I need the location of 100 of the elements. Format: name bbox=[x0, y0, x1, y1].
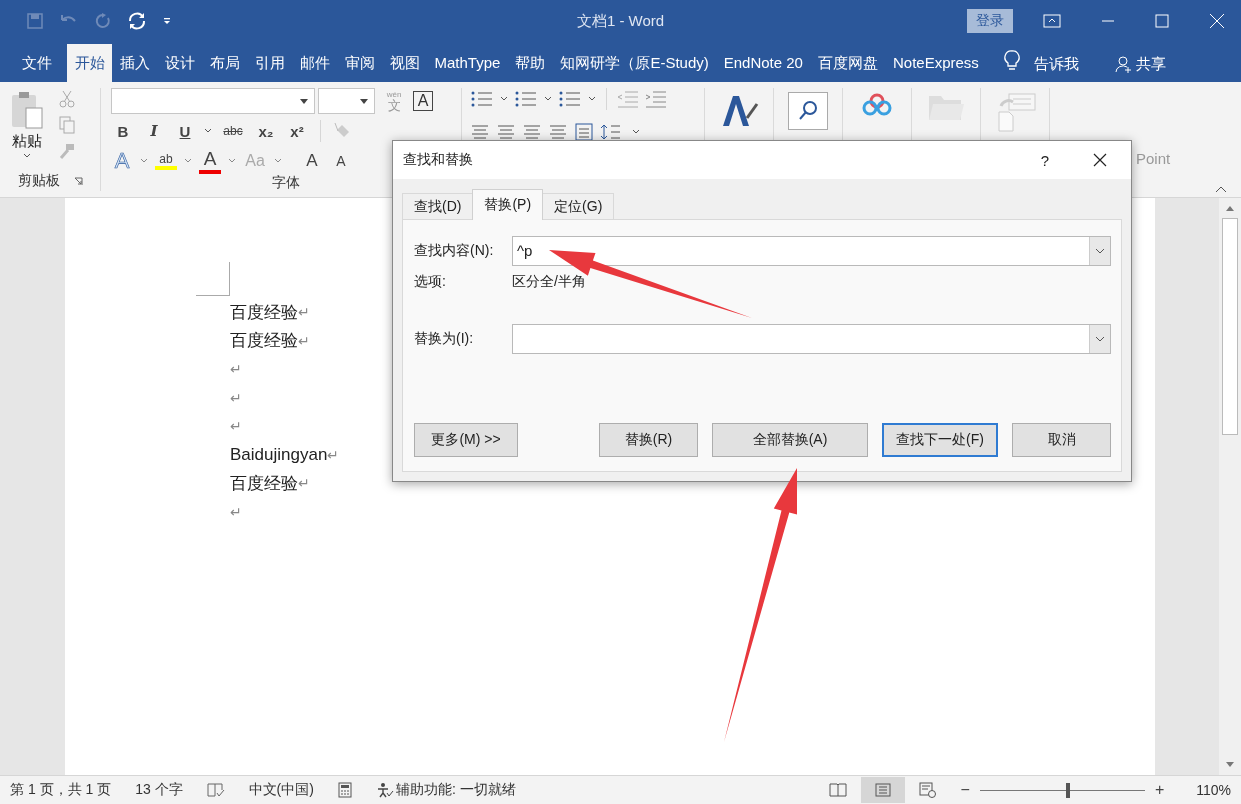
paragraph-mark: ↵ bbox=[230, 503, 242, 520]
list-icon[interactable] bbox=[514, 90, 538, 108]
save-icon[interactable] bbox=[26, 12, 44, 30]
paragraph-text: 百度经验 bbox=[230, 301, 298, 324]
dialog-button[interactable]: 替换(R) bbox=[599, 423, 698, 457]
caret-icon[interactable] bbox=[228, 158, 236, 164]
ribbon-display-icon[interactable] bbox=[1043, 14, 1061, 28]
ribbon-tab[interactable]: 布局 bbox=[202, 44, 247, 82]
zoom-in-button[interactable]: + bbox=[1154, 781, 1165, 799]
scissors-icon[interactable] bbox=[58, 90, 76, 108]
ribbon-tab[interactable]: MathType bbox=[427, 44, 508, 82]
format-button[interactable]: U bbox=[173, 122, 197, 140]
print-layout-button[interactable] bbox=[860, 777, 905, 803]
collapse-ribbon-icon[interactable] bbox=[1215, 185, 1227, 193]
caret-icon[interactable] bbox=[184, 158, 192, 164]
ribbon-tab[interactable]: 插入 bbox=[112, 44, 157, 82]
caret-icon[interactable] bbox=[588, 96, 596, 102]
format-button[interactable]: x₂ bbox=[254, 122, 278, 140]
font-tool-button[interactable]: A bbox=[330, 153, 352, 169]
customize-icon[interactable] bbox=[162, 16, 172, 26]
ribbon-tab[interactable]: 邮件 bbox=[292, 44, 337, 82]
font-name-field[interactable] bbox=[111, 88, 315, 114]
caret-icon[interactable] bbox=[204, 128, 212, 134]
ribbon-tab[interactable]: 开始 bbox=[67, 44, 112, 82]
person-add-icon bbox=[1115, 55, 1134, 73]
scrollbar-thumb[interactable] bbox=[1222, 218, 1238, 435]
sign-in-button[interactable]: 登录 bbox=[967, 9, 1013, 33]
ribbon-tab[interactable]: 知网研学（原E-Study) bbox=[552, 44, 717, 82]
align-icon[interactable] bbox=[522, 124, 542, 140]
list-icon[interactable] bbox=[470, 90, 494, 108]
character-border-button[interactable]: A bbox=[413, 91, 433, 111]
increase-indent-icon[interactable] bbox=[645, 90, 667, 108]
dialog-tab[interactable]: 查找(D) bbox=[402, 193, 474, 219]
accessibility-status[interactable]: 辅助功能: 一切就绪 bbox=[375, 781, 516, 799]
scroll-up-icon[interactable] bbox=[1225, 204, 1235, 212]
font-tool-button[interactable]: ab bbox=[155, 152, 177, 170]
format-button[interactable]: abc bbox=[219, 124, 247, 138]
web-layout-icon[interactable] bbox=[918, 782, 937, 798]
group-label: 字体 bbox=[272, 174, 300, 192]
print-layout-icon bbox=[874, 783, 891, 797]
dialog-button[interactable]: 全部替换(A) bbox=[712, 423, 868, 457]
word-count[interactable]: 13 个字 bbox=[135, 781, 183, 799]
caret-icon[interactable] bbox=[632, 129, 640, 135]
dialog-tab[interactable]: 替换(P) bbox=[472, 189, 544, 220]
ribbon-tab[interactable]: 视图 bbox=[382, 44, 427, 82]
proofing-icon[interactable] bbox=[206, 782, 225, 798]
read-mode-icon[interactable] bbox=[828, 783, 847, 797]
group-label: 剪贴板 bbox=[17, 172, 60, 190]
distribute-icon[interactable] bbox=[574, 122, 594, 142]
cloud-icon[interactable] bbox=[862, 92, 892, 118]
paragraph-mark: ↵ bbox=[230, 361, 242, 378]
dialog-launcher-icon[interactable] bbox=[73, 176, 83, 186]
language-label[interactable]: 中文(中国) bbox=[248, 781, 314, 799]
format-button[interactable]: x² bbox=[285, 122, 309, 140]
help-button[interactable]: ? bbox=[1040, 151, 1049, 169]
share-button[interactable]: 共享 bbox=[1115, 46, 1167, 82]
dialog-button[interactable]: 取消 bbox=[1012, 423, 1111, 457]
ribbon-tab[interactable]: EndNote 20 bbox=[716, 44, 811, 82]
caret-icon[interactable] bbox=[500, 96, 508, 102]
maximize-icon[interactable] bbox=[1155, 14, 1169, 28]
align-icon[interactable] bbox=[470, 124, 490, 140]
zoom-out-button[interactable]: − bbox=[960, 781, 970, 799]
font-tool-button[interactable]: A bbox=[301, 151, 323, 171]
page-count[interactable]: 第 1 页，共 1 页 bbox=[10, 781, 112, 799]
more-button[interactable]: 更多(M) >> bbox=[414, 423, 518, 457]
zoom-level[interactable]: 110% bbox=[1196, 782, 1231, 798]
ribbon-tab[interactable]: 百度网盘 bbox=[810, 44, 886, 82]
font-size-field[interactable] bbox=[318, 88, 375, 114]
dialog-button[interactable]: 查找下一处(F) bbox=[882, 423, 998, 457]
find-what-field[interactable]: ^p bbox=[512, 236, 1111, 266]
calculator-icon[interactable] bbox=[337, 782, 352, 798]
dialog-tab[interactable]: 定位(G) bbox=[542, 193, 615, 219]
ribbon-tab[interactable]: 设计 bbox=[157, 44, 202, 82]
lightbulb-icon[interactable] bbox=[1004, 50, 1021, 72]
align-icon[interactable] bbox=[496, 124, 516, 140]
caret-icon[interactable] bbox=[274, 158, 282, 164]
replace-with-field[interactable] bbox=[512, 324, 1111, 354]
tell-me-label[interactable]: 告诉我 bbox=[1034, 46, 1080, 82]
paste-button[interactable]: 粘贴 bbox=[6, 90, 48, 169]
ribbon-tab[interactable]: NoteExpress bbox=[885, 44, 987, 82]
format-button[interactable]: I bbox=[142, 122, 166, 140]
ribbon-tab[interactable]: 帮助 bbox=[507, 44, 553, 82]
caret-icon[interactable] bbox=[140, 158, 148, 164]
redo-icon[interactable] bbox=[94, 12, 112, 30]
vertical-scrollbar[interactable] bbox=[1219, 198, 1241, 775]
ribbon-tab[interactable]: 文件 bbox=[14, 44, 59, 82]
caret-icon[interactable] bbox=[544, 96, 552, 102]
paragraph-mark: ↵ bbox=[230, 389, 242, 406]
format-painter-icon[interactable] bbox=[58, 142, 76, 160]
sync-icon[interactable] bbox=[126, 10, 148, 32]
ribbon-tab[interactable]: 审阅 bbox=[337, 44, 382, 82]
search-icon[interactable] bbox=[788, 92, 828, 130]
align-icon[interactable] bbox=[548, 124, 568, 140]
font-tool-button[interactable]: A bbox=[199, 148, 221, 174]
format-button[interactable]: B bbox=[111, 122, 135, 140]
close-icon[interactable] bbox=[1093, 153, 1107, 167]
list-icon[interactable] bbox=[558, 90, 582, 108]
copy-icon[interactable] bbox=[58, 116, 76, 134]
ribbon-tab[interactable]: 引用 bbox=[247, 44, 292, 82]
scroll-down-icon[interactable] bbox=[1225, 761, 1235, 769]
